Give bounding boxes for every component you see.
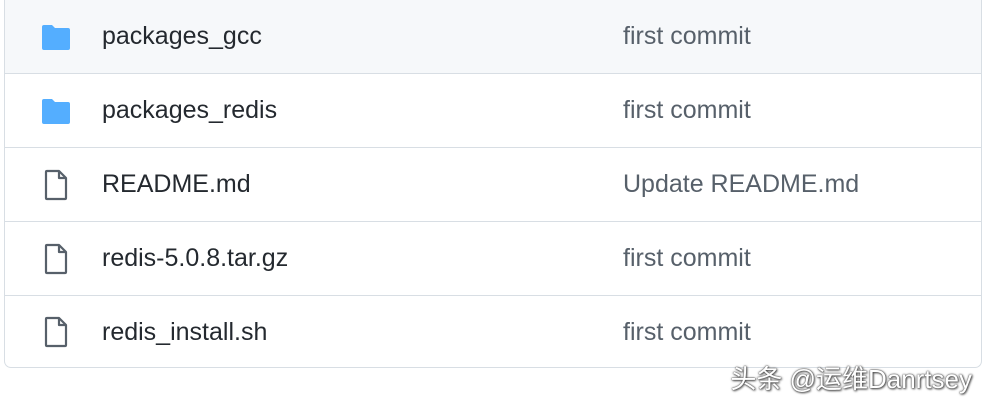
file-name-link[interactable]: README.md [102,170,251,199]
file-name-link[interactable]: redis_install.sh [102,318,267,347]
commit-message-link[interactable]: first commit [623,96,751,125]
commit-message-link[interactable]: first commit [623,244,751,273]
file-row-redis-install[interactable]: redis_install.sh first commit [5,296,981,367]
commit-message-link[interactable]: Update README.md [623,170,859,199]
file-name-link[interactable]: packages_redis [102,96,277,125]
commit-message-link[interactable]: first commit [623,318,751,347]
file-icon [39,242,73,276]
watermark: 头条 @运维Danrtsey [730,364,972,394]
file-name-link[interactable]: packages_gcc [102,22,262,51]
folder-icon [39,94,73,128]
file-icon [39,168,73,202]
file-list: packages_gcc first commit packages_redis… [4,0,982,368]
file-row-packages-redis[interactable]: packages_redis first commit [5,74,981,148]
file-row-packages-gcc[interactable]: packages_gcc first commit [5,0,981,74]
file-icon [39,315,73,349]
file-name-link[interactable]: redis-5.0.8.tar.gz [102,244,288,273]
commit-message-link[interactable]: first commit [623,22,751,51]
folder-icon [39,20,73,54]
repository-page: packages_gcc first commit packages_redis… [0,0,984,404]
file-row-redis-tar[interactable]: redis-5.0.8.tar.gz first commit [5,222,981,296]
file-row-readme[interactable]: README.md Update README.md [5,148,981,222]
